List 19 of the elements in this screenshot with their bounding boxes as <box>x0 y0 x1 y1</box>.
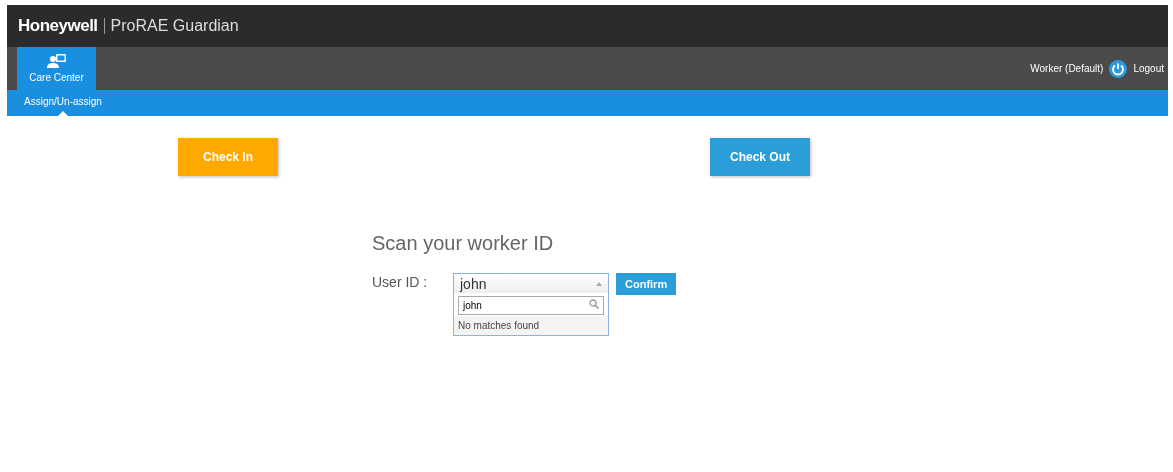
search-field[interactable]: john <box>458 296 604 315</box>
no-results-message: No matches found <box>454 316 608 335</box>
user-name: Worker (Default) <box>1030 63 1104 74</box>
user-id-select[interactable]: john john No matches found <box>453 273 609 336</box>
caret-up-icon <box>596 281 602 286</box>
check-out-button[interactable]: Check Out <box>710 138 810 176</box>
subnav-item[interactable]: Assign/Un-assign <box>24 96 102 107</box>
search-icon <box>589 299 599 309</box>
nav-tab[interactable]: Care Center <box>17 47 96 90</box>
check-in-button[interactable]: Check In <box>178 138 278 176</box>
app-title: ProRAE Guardian <box>110 17 239 35</box>
person-monitor-icon <box>46 54 67 68</box>
field-label: User ID : <box>372 273 429 290</box>
brand-logo: Honeywell <box>18 16 98 36</box>
confirm-button[interactable]: Confirm <box>616 273 677 295</box>
logout-link[interactable]: Logout <box>1133 63 1164 74</box>
power-icon[interactable] <box>1109 59 1128 78</box>
tab-label: Care Center <box>29 72 84 83</box>
form-title: Scan your worker ID <box>372 232 555 255</box>
